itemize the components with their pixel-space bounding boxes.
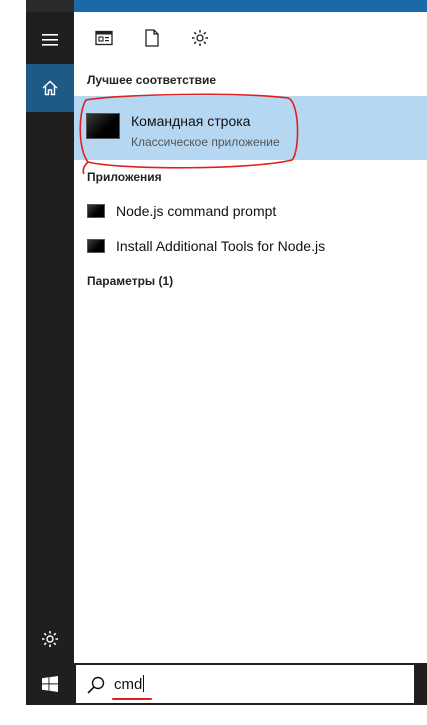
hamburger-icon [42, 34, 58, 46]
search-icon [86, 675, 106, 695]
document-icon [145, 29, 159, 47]
app-label: Install Additional Tools for Node.js [116, 238, 326, 254]
home-button[interactable] [26, 64, 74, 112]
settings-filter-button[interactable] [182, 20, 218, 56]
apps-filter-button[interactable] [86, 20, 122, 56]
cmd-icon [86, 113, 120, 139]
section-title-settings[interactable]: Параметры (1) [87, 274, 173, 288]
taskbar: cmd [26, 663, 427, 705]
best-match-subtitle: Классическое приложение [131, 135, 280, 149]
menu-button[interactable] [26, 16, 74, 64]
annotation-underline [112, 698, 152, 700]
gear-icon [192, 30, 208, 46]
windows-logo-icon [42, 676, 58, 692]
app-label: Node.js command prompt [116, 203, 277, 219]
bottom-margin [0, 705, 427, 725]
left-margin [0, 0, 26, 725]
start-rail [26, 0, 74, 663]
home-icon [42, 80, 58, 96]
documents-filter-button[interactable] [134, 20, 170, 56]
list-item[interactable]: Install Additional Tools for Node.js [74, 229, 427, 263]
list-item[interactable]: Node.js command prompt [74, 194, 427, 228]
search-value: cmd [114, 676, 143, 693]
section-title-best-match: Лучшее соответствие [87, 73, 217, 87]
best-match-item[interactable]: Командная строка Классическое приложение [74, 96, 427, 160]
accent-strip [26, 0, 427, 12]
section-title-apps: Приложения [87, 170, 162, 184]
app-window-icon [95, 30, 113, 46]
search-results-panel: Лучшее соответствие Командная строка Кла… [74, 12, 427, 663]
filter-bar [74, 12, 427, 64]
gear-icon [42, 631, 58, 647]
text-caret [143, 675, 145, 692]
rail-top-strip [26, 0, 74, 12]
best-match-title: Командная строка [131, 113, 251, 129]
search-input[interactable]: cmd [114, 675, 145, 693]
cmd-icon [87, 239, 105, 253]
start-button[interactable] [26, 663, 74, 705]
cmd-icon [87, 204, 105, 218]
settings-button[interactable] [26, 615, 74, 663]
